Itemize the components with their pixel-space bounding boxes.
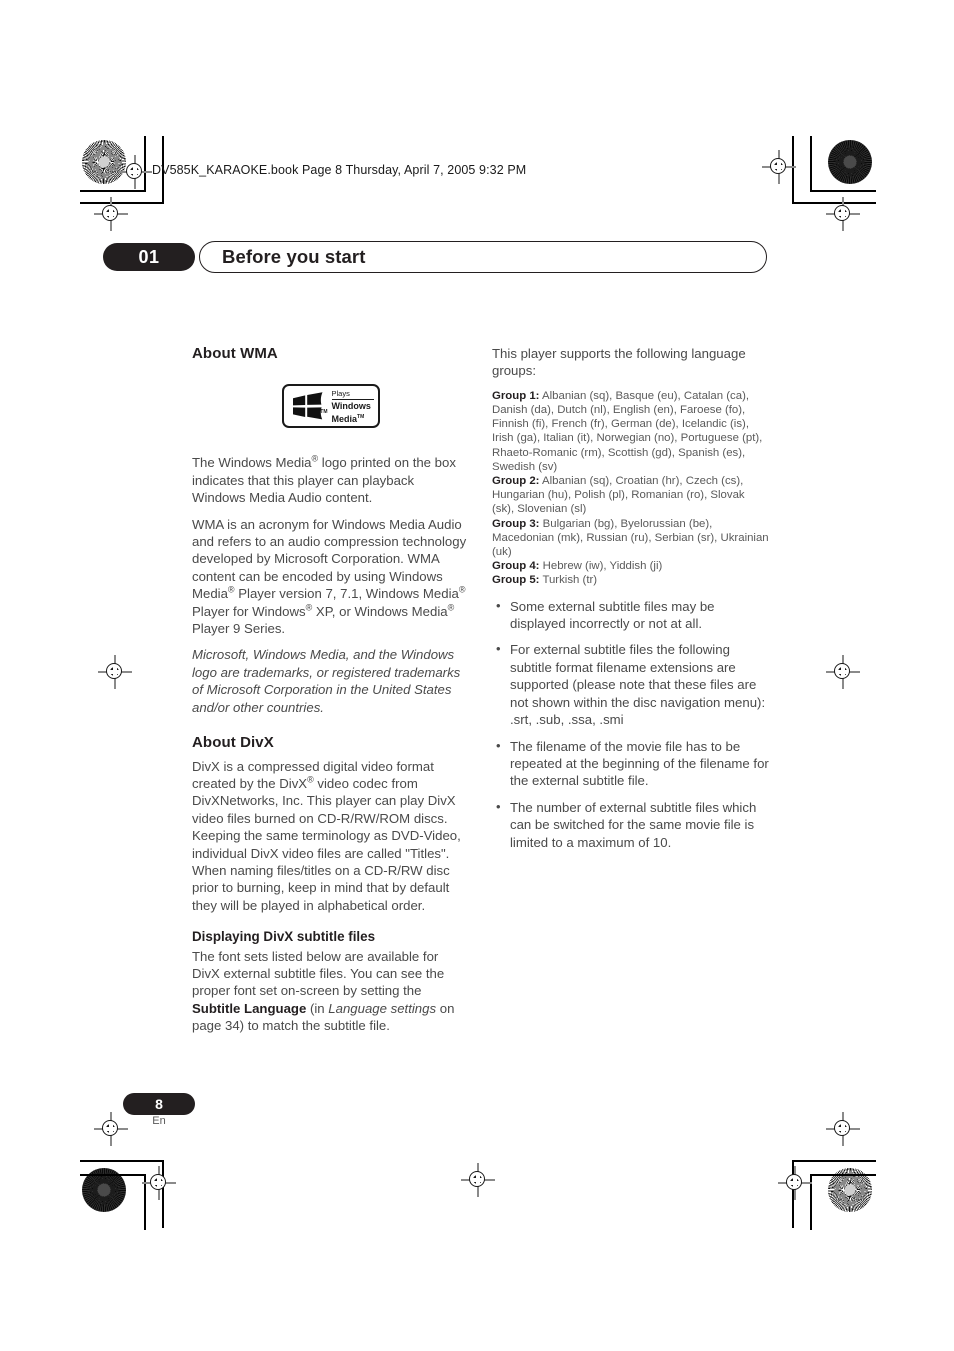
list-item: The number of external subtitle files wh…	[492, 798, 769, 851]
logo-media-label: MediaTM	[332, 412, 374, 425]
page-language-code: En	[152, 1115, 166, 1127]
registered-mark: ®	[307, 774, 314, 785]
wma-trademark-notice: Microsoft, Windows Media, and the Window…	[192, 647, 461, 715]
registration-mark-left-upper	[94, 197, 128, 231]
registered-mark: ®	[458, 584, 466, 595]
page-number-badge: 8	[123, 1093, 195, 1115]
subtitle-paragraph: The font sets listed below are available…	[192, 948, 469, 1035]
color-target-top-right	[828, 140, 872, 184]
language-group-row: Group 4: Hebrew (iw), Yiddish (ji)	[492, 559, 769, 573]
windows-flag-icon: TM	[288, 389, 328, 423]
registration-mark-bottom-center	[461, 1163, 495, 1197]
trim-mark-top-right-v	[810, 136, 812, 192]
logo-windows-label: Windows	[331, 401, 371, 412]
subtitle-p-part-b: (in	[306, 1000, 329, 1016]
logo-trademark-mark: TM	[357, 413, 365, 420]
group-label: Group 4:	[492, 560, 540, 573]
language-groups-list: Group 1: Albanian (sq), Basque (eu), Cat…	[492, 389, 769, 588]
section-heading-about-divx: About DivX	[192, 734, 274, 752]
registration-mark-right-lower	[826, 1112, 860, 1146]
registration-mark-top-left	[118, 155, 152, 189]
language-group-row: Group 5: Turkish (tr)	[492, 573, 769, 587]
wma-p1-part-a: The Windows Media	[192, 455, 312, 471]
registered-mark: ®	[447, 602, 455, 613]
subtitle-notes-list: Some external subtitle files may be disp…	[492, 597, 769, 851]
group-label: Group 5:	[492, 574, 540, 587]
chapter-number-badge: 01	[103, 243, 195, 271]
language-groups-intro: This player supports the following langu…	[492, 346, 746, 379]
windows-media-logo-wrapper: TM Plays Windows MediaTM	[192, 384, 469, 429]
trim-mark-top-left-h	[80, 190, 146, 192]
trim-mark-top-right-h	[810, 190, 876, 192]
registration-mark-bottom-right	[778, 1166, 812, 1200]
list-item: The filename of the movie file has to be…	[492, 736, 769, 790]
language-group-row: Group 3: Bulgarian (bg), Byelorussian (b…	[492, 517, 769, 560]
divx-paragraph-1: DivX is a compressed digital video forma…	[192, 758, 469, 915]
subsection-heading-displaying-divx-subtitle-files: Displaying DivX subtitle files	[192, 929, 376, 945]
divx-p1-part-b: video codec from DivXNetworks, Inc. This…	[192, 775, 461, 913]
registration-mark-left-middle	[98, 655, 132, 689]
trim-mark-bottom-right-h	[792, 1160, 876, 1162]
windows-media-logo-text: Plays Windows MediaTM	[328, 389, 374, 425]
right-column: This player supports the following langu…	[492, 345, 769, 860]
group-label: Group 1:	[492, 389, 540, 402]
wma-p2-part-c: Player for Windows	[192, 603, 306, 619]
wma-p2-part-d: XP, or Windows Media	[312, 603, 448, 619]
group-label: Group 3:	[492, 517, 540, 530]
chapter-title-pill: Before you start	[199, 241, 767, 273]
file-header-line: DV585K_KARAOKE.book Page 8 Thursday, Apr…	[152, 163, 527, 177]
language-group-row: Group 2: Albanian (sq), Croatian (hr), C…	[492, 474, 769, 517]
list-item: For external subtitle files the followin…	[492, 640, 769, 728]
registration-mark-right-upper	[826, 197, 860, 231]
windows-media-logo: TM Plays Windows MediaTM	[281, 384, 380, 429]
group-languages: Turkish (tr)	[542, 574, 598, 587]
registered-mark: ®	[227, 584, 235, 595]
language-group-row: Group 1: Albanian (sq), Basque (eu), Cat…	[492, 389, 769, 474]
wma-paragraph-2: WMA is an acronym for Windows Media Audi…	[192, 516, 469, 638]
group-languages: Albanian (sq), Basque (eu), Catalan (ca)…	[492, 389, 763, 473]
trim-mark-bottom-right-h2	[810, 1174, 876, 1176]
registration-mark-bottom-left	[142, 1166, 176, 1200]
group-label: Group 2:	[492, 475, 540, 488]
list-item: Some external subtitle files may be disp…	[492, 597, 769, 633]
registration-mark-right-middle	[826, 655, 860, 689]
logo-media-text: Media	[331, 413, 358, 424]
subtitle-p-part-a: The font sets listed below are available…	[192, 948, 445, 999]
left-column: About WMA TM Plays Windows MediaTM The W…	[192, 345, 469, 1044]
section-heading-about-wma: About WMA	[192, 345, 278, 362]
group-languages: Hebrew (iw), Yiddish (ji)	[542, 560, 663, 573]
wma-p2-part-e: Player 9 Series.	[192, 621, 286, 637]
page-title: Before you start	[222, 246, 366, 267]
logo-plays-label: Plays	[331, 389, 374, 400]
wma-p2-part-b: Player version 7, 7.1, Windows Media	[234, 586, 459, 602]
wma-paragraph-1: The Windows Media® logo printed on the b…	[192, 454, 469, 506]
registration-mark-top-right	[762, 150, 796, 184]
document-page: DV585K_KARAOKE.book Page 8 Thursday, Apr…	[0, 0, 954, 1351]
trim-mark-bottom-left-h2	[80, 1174, 146, 1176]
language-settings-reference: Language settings	[328, 1000, 437, 1016]
trim-mark-bottom-left-h	[80, 1160, 164, 1162]
subtitle-language-setting-name: Subtitle Language	[192, 1000, 307, 1016]
flag-trademark-mark: TM	[320, 409, 328, 415]
